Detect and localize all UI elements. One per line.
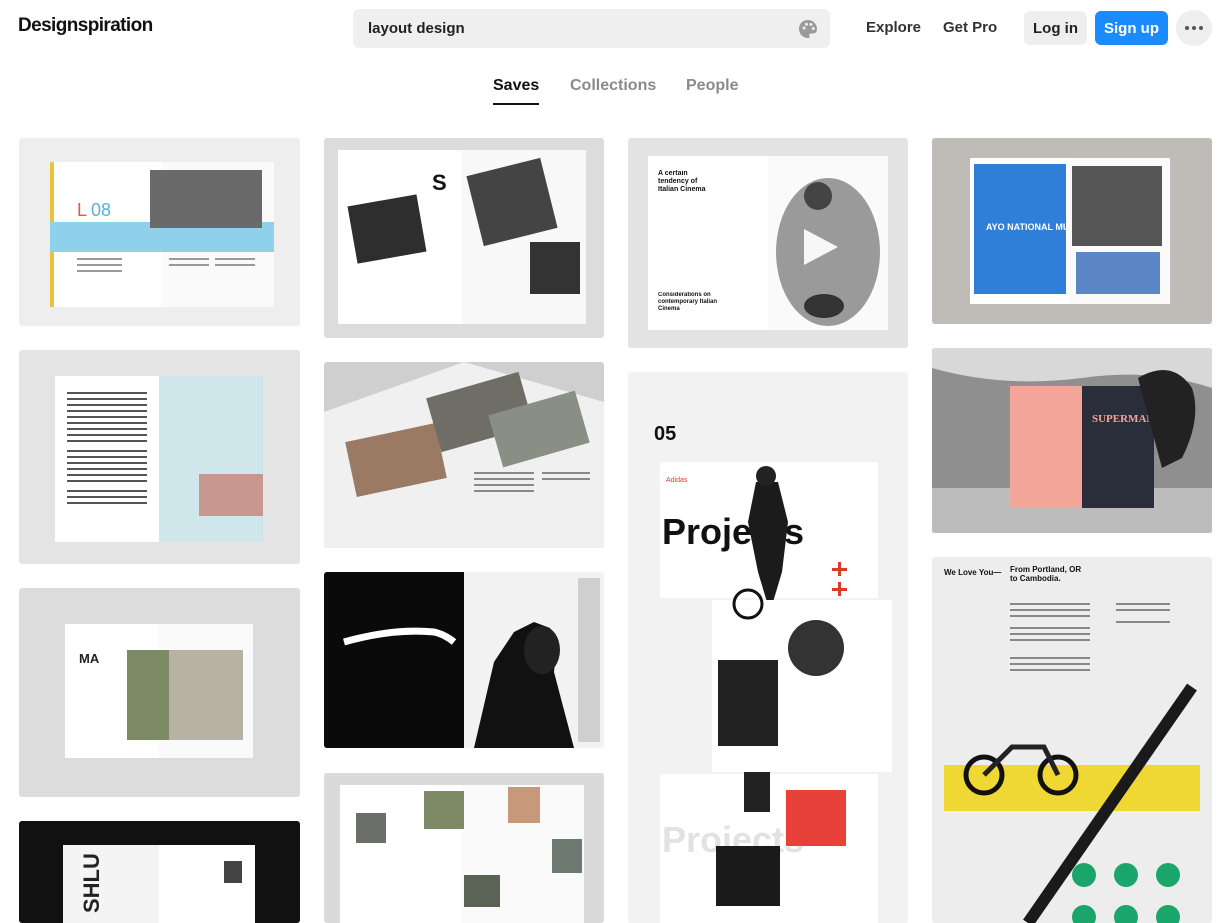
login-button[interactable]: Log in xyxy=(1024,11,1087,45)
image-card-magazine-l08[interactable]: L 08 xyxy=(19,138,300,326)
nav-get-pro-link[interactable]: Get Pro xyxy=(943,19,997,36)
play-video-icon[interactable] xyxy=(798,225,842,269)
signup-button[interactable]: Sign up xyxy=(1095,11,1168,45)
cinema-heading: A certain tendency of Italian Cinema xyxy=(658,170,706,193)
search-bar[interactable] xyxy=(353,9,830,48)
image-card-ma-street[interactable]: MA xyxy=(19,588,300,797)
poster-portland: From Portland, OR to Cambodia. xyxy=(1010,565,1082,583)
image-card-italian-cinema[interactable]: A certain tendency of Italian Cinema Con… xyxy=(628,138,908,348)
image-card-motorbike-poster[interactable]: We Love You— From Portland, OR to Cambod… xyxy=(932,557,1212,923)
image-card-music-camp[interactable]: AYO NATIONAL MUSIC CAMP xyxy=(932,138,1212,324)
image-card-text-spread[interactable] xyxy=(19,350,300,564)
superman-title: SUPERMAN xyxy=(1092,413,1154,425)
poster-number: 05 xyxy=(654,423,676,445)
tab-collections[interactable]: Collections xyxy=(570,77,656,95)
search-input[interactable] xyxy=(368,9,778,48)
ma-letters: MA xyxy=(79,651,100,666)
poster-brand: Adidas xyxy=(666,477,688,484)
top-header: Designspiration Explore Get Pro Log in S… xyxy=(0,0,1232,60)
more-options-button[interactable] xyxy=(1176,10,1212,46)
image-card-superman-spread[interactable]: SUPERMAN xyxy=(932,348,1212,533)
site-logo[interactable]: Designspiration xyxy=(18,15,153,37)
more-dots-icon xyxy=(1185,26,1189,30)
image-card-s-spread[interactable]: S xyxy=(324,138,604,338)
image-card-bw-portrait[interactable] xyxy=(324,572,604,748)
image-card-dark-spread[interactable]: SHLU xyxy=(19,821,300,923)
nav-explore-link[interactable]: Explore xyxy=(866,19,921,36)
cinema-footer: Considerations on contemporary Italian C… xyxy=(658,292,718,312)
tab-people[interactable]: People xyxy=(686,77,738,95)
svg-text:08: 08 xyxy=(91,200,111,220)
image-card-architecture-spread[interactable] xyxy=(324,362,604,548)
tab-saves[interactable]: Saves xyxy=(493,77,539,95)
image-card-road-spread[interactable] xyxy=(324,773,604,923)
color-palette-icon[interactable] xyxy=(797,18,819,40)
svg-text:L: L xyxy=(77,200,87,220)
image-card-projects-poster[interactable]: 05 Adidas Projects Projects xyxy=(628,372,908,923)
big-letter-s: S xyxy=(432,170,447,195)
poster-we-love-you: We Love You— xyxy=(944,568,1001,577)
active-tab-indicator xyxy=(493,103,539,105)
vertical-word: SHLU xyxy=(79,853,104,913)
